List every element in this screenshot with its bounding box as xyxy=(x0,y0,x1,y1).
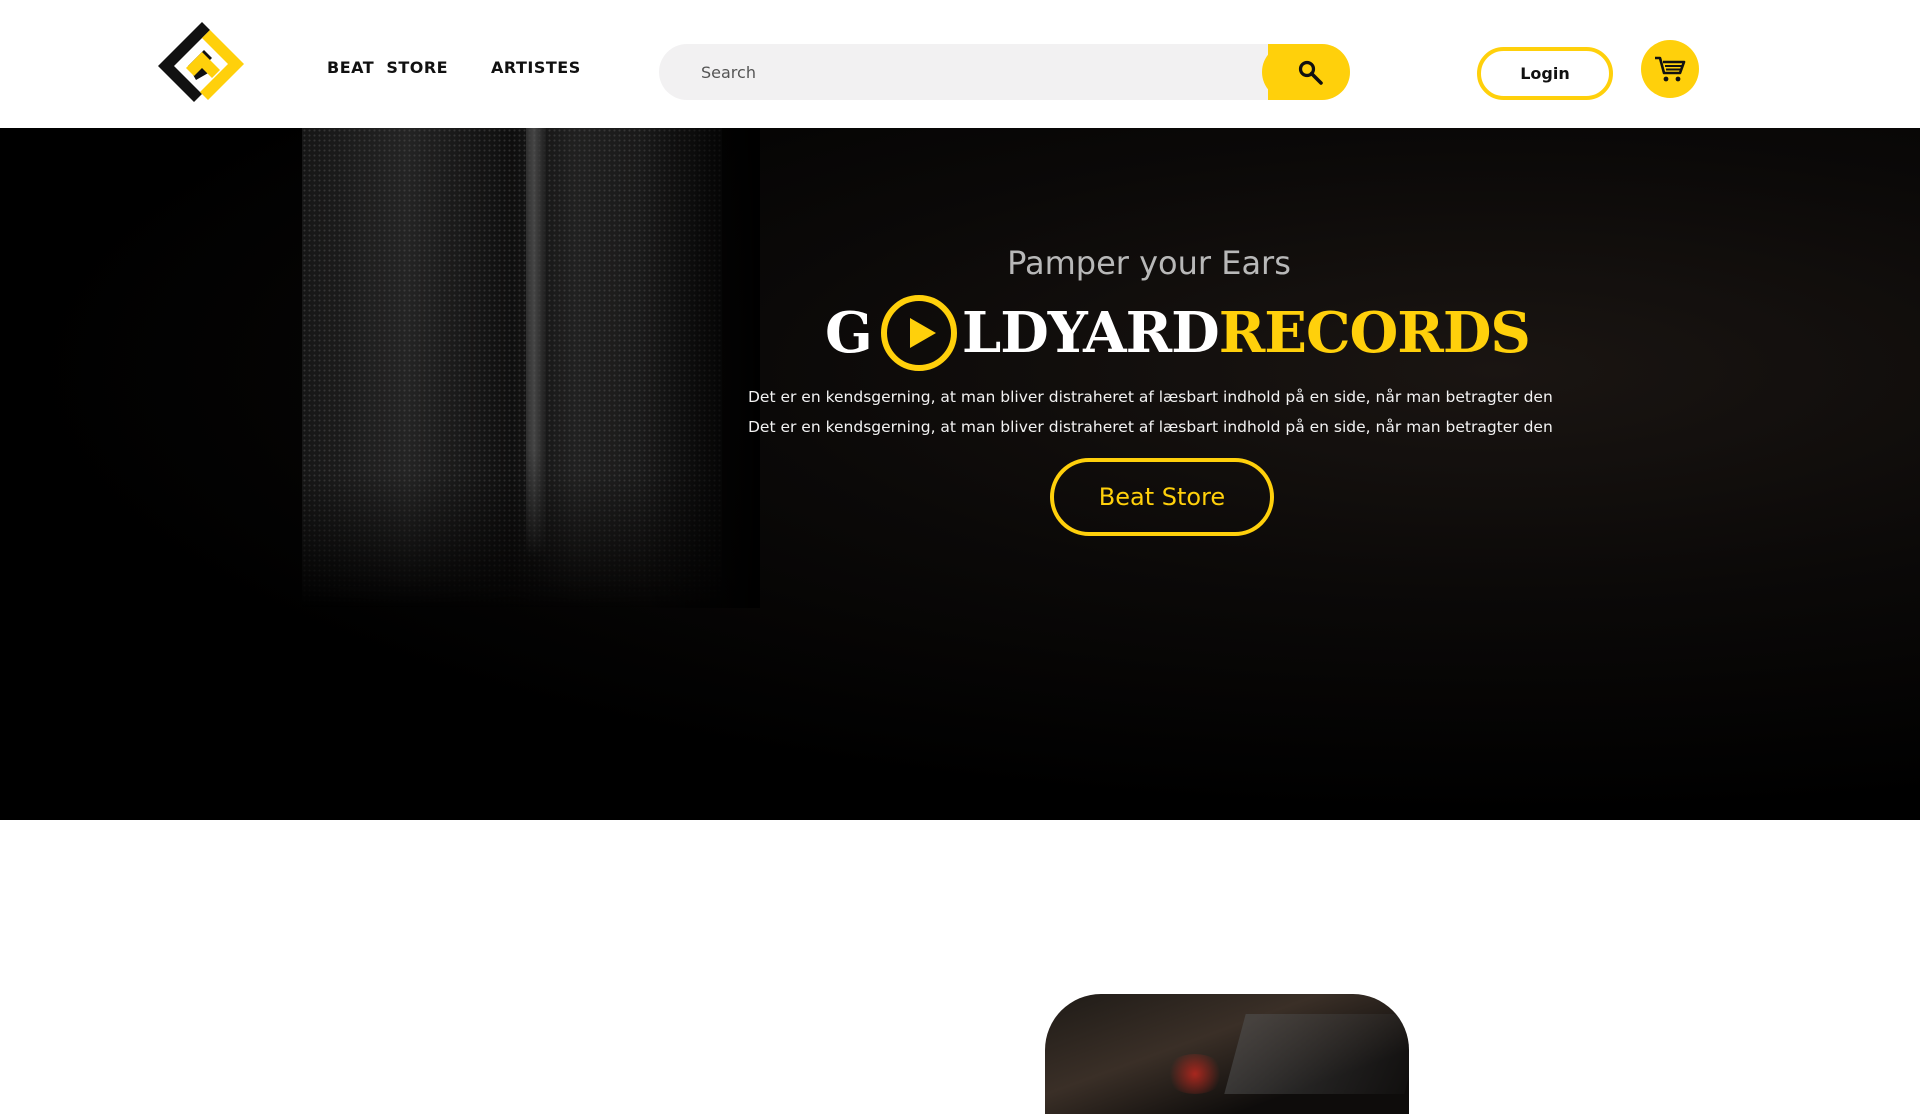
hero-description-line: Det er en kendsgerning, at man bliver di… xyxy=(748,418,1553,436)
featured-image-card[interactable] xyxy=(1045,994,1409,1114)
hero-banner: Pamper your Ears G LDYARD RECORDS Det er… xyxy=(0,128,1920,820)
beat-store-button[interactable]: Beat Store xyxy=(1050,458,1274,536)
goldyard-logo[interactable] xyxy=(158,22,248,106)
nav-artists[interactable]: ARTISTES xyxy=(491,58,581,77)
play-icon xyxy=(880,294,958,372)
search-input[interactable] xyxy=(699,44,1219,100)
brand-title-part3: RECORDS xyxy=(1218,300,1531,366)
hero-tagline: Pamper your Ears xyxy=(1007,244,1291,282)
search-icon xyxy=(1298,60,1323,85)
brand-title-part2: LDYARD xyxy=(961,300,1220,366)
login-button[interactable]: Login xyxy=(1477,47,1613,100)
site-header: BEAT STORE ARTISTES Login xyxy=(0,0,1920,128)
cart-icon xyxy=(1655,56,1686,82)
cart-button[interactable] xyxy=(1641,40,1699,98)
search-button[interactable] xyxy=(1268,44,1350,100)
brand-title: G LDYARD RECORDS xyxy=(825,288,1531,378)
hero-description: Det er en kendsgerning, at man bliver di… xyxy=(748,382,1553,442)
brand-title-part1: G xyxy=(825,300,873,366)
hero-description-line: Det er en kendsgerning, at man bliver di… xyxy=(748,388,1553,406)
speaker-image-edge xyxy=(526,128,546,558)
search-bar xyxy=(659,44,1350,100)
nav-beat-store[interactable]: BEAT STORE xyxy=(327,58,448,77)
